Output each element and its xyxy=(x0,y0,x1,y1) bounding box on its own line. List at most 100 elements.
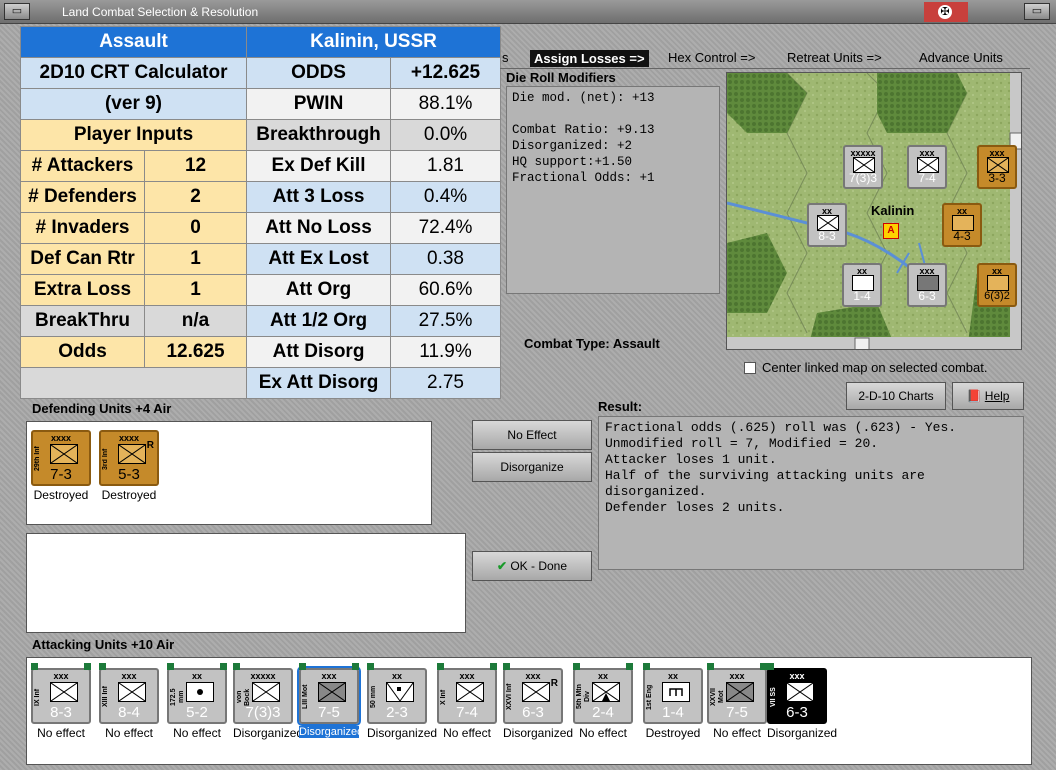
map-counter[interactable]: xxx 7-4 xyxy=(907,145,947,189)
faction-flag-icon: ✠ xyxy=(924,2,968,22)
unit-size: xxx xyxy=(321,671,337,681)
attacking-unit[interactable]: X Inf xxx 7-4 No effect xyxy=(437,663,497,740)
modifier-line: Die mod. (net): +13 xyxy=(512,91,655,105)
map-counter[interactable]: xx 6(3)2 xyxy=(977,263,1017,307)
defending-units-panel: 29th Inf xxxx 7-3 Destroyed 3rd Inf xxxx R 5-… xyxy=(26,421,432,525)
input-label: # Defenders xyxy=(20,181,145,213)
tab-advance-units[interactable]: Advance Units xyxy=(919,50,1003,65)
input-value[interactable]: 2 xyxy=(143,181,248,213)
map-counter[interactable]: xx 1-4 xyxy=(842,263,882,307)
window-title: Land Combat Selection & Resolution xyxy=(62,5,259,19)
result-value: 60.6% xyxy=(390,274,502,306)
input-value[interactable]: 12 xyxy=(143,150,248,182)
input-value[interactable]: 0 xyxy=(143,212,248,244)
motorized-symbol-icon xyxy=(726,682,754,702)
disorganize-button[interactable]: Disorganize xyxy=(472,452,592,482)
modifier-line: HQ support:+1.50 xyxy=(512,155,633,169)
unit-status-marker-icon xyxy=(233,663,240,670)
unit-status-marker-icon xyxy=(84,663,91,670)
tab-hex-control[interactable]: Hex Control => xyxy=(668,50,755,65)
charts-button[interactable]: 2-D-10 Charts xyxy=(846,382,946,410)
combat-type-label: Combat Type: Assault xyxy=(524,336,660,351)
counter-strength: 4-3 xyxy=(953,229,971,243)
tab-divider xyxy=(500,68,1030,69)
unit-status: No effect xyxy=(173,726,221,740)
infantry-symbol-icon xyxy=(456,682,484,702)
attacking-unit[interactable]: 5th Mtn Div xx 2-4 No effect xyxy=(573,663,633,740)
map-counter[interactable]: xxx 6-3 xyxy=(907,263,947,307)
input-value[interactable]: 1 xyxy=(143,274,248,306)
no-effect-button[interactable]: No Effect xyxy=(472,420,592,450)
help-book-icon: 📕 xyxy=(966,389,982,403)
close-window-button[interactable]: ▭ xyxy=(1024,3,1050,20)
result-line: Fractional odds (.625) roll was (.623) -… xyxy=(605,420,957,435)
attacking-unit[interactable]: von Bock xxxxx 7(3)3 Disorganized xyxy=(233,663,303,740)
result-label: Att Disorg xyxy=(246,336,392,368)
unit-strength: 7-4 xyxy=(456,704,478,721)
motorized-symbol-icon xyxy=(318,682,346,702)
result-value: 11.9% xyxy=(390,336,502,368)
result-label: Result: xyxy=(598,399,643,414)
attacking-unit[interactable]: XIII Inf xxx 8-4 No effect xyxy=(99,663,159,740)
unit-size: xxx xyxy=(789,671,805,681)
attacking-unit[interactable]: XXVII Mot xxx 7-5 No effect xyxy=(707,663,767,740)
result-label: PWIN xyxy=(246,88,392,120)
attacking-unit[interactable]: IX Inf xxx 8-3 No effect xyxy=(31,663,91,740)
unit-status: No effect xyxy=(37,726,85,740)
unit-status: Disorganized xyxy=(503,726,574,740)
result-panel: Fractional odds (.625) roll was (.623) -… xyxy=(598,416,1024,570)
calculator-title: 2D10 CRT Calculator xyxy=(19,57,248,89)
unit-strength: 1-4 xyxy=(662,704,684,721)
defending-units-label: Defending Units +4 Air xyxy=(32,401,172,416)
input-label: BreakThru xyxy=(20,305,145,337)
mountain-symbol-icon xyxy=(592,682,620,702)
unit-strength: 8-4 xyxy=(118,704,140,721)
counter-strength: 6(3)2 xyxy=(984,290,1010,302)
input-label: # Attackers xyxy=(20,150,145,182)
unit-status-marker-icon xyxy=(503,663,510,670)
map-counter[interactable]: xx 4-3 xyxy=(942,203,982,247)
result-label: ODDS xyxy=(246,57,392,89)
checkbox-icon[interactable] xyxy=(744,362,756,374)
reserve-flag: R xyxy=(146,440,154,451)
unit-status-marker-icon xyxy=(352,663,359,670)
location-header: Kalinin, USSR xyxy=(246,26,502,58)
attacking-unit[interactable]: 1st Eng xx 1-4 Destroyed xyxy=(643,663,703,740)
attacking-unit[interactable]: LIII Mot xxx 7-5 Disorganized xyxy=(297,663,363,738)
unit-status-marker-icon xyxy=(490,663,497,670)
unit-status-marker-icon xyxy=(573,663,580,670)
unit-status-marker-icon xyxy=(760,663,767,670)
map-counter[interactable]: xxx 3-3 xyxy=(977,145,1017,189)
unit-status-marker-icon xyxy=(299,663,306,670)
unit-status: Disorganized xyxy=(367,726,438,740)
player-inputs-header: Player Inputs xyxy=(19,119,248,151)
result-line: Defender loses 2 units. xyxy=(605,500,785,515)
infantry-symbol-icon xyxy=(118,444,146,464)
tab-partial[interactable]: s xyxy=(502,50,509,65)
linked-map[interactable]: Kalinin A xxxxx 7(3)3 xxx 7-4 xxx 3-3 xx 8-3… xyxy=(726,72,1022,350)
ok-done-button[interactable]: ✔ OK - Done xyxy=(472,551,592,581)
help-button[interactable]: 📕 Help xyxy=(952,382,1024,410)
counter-strength: 7-4 xyxy=(918,171,936,185)
unit-strength: 5-2 xyxy=(186,704,208,721)
attacking-unit[interactable]: VII SS xxx 6-3 Disorganized xyxy=(767,663,837,740)
result-label: Att 3 Loss xyxy=(246,181,392,213)
defending-unit[interactable]: 3rd Inf xxxx R 5-3 Destroyed xyxy=(99,430,159,502)
input-value[interactable]: 1 xyxy=(143,243,248,275)
attacking-unit[interactable]: 50 mm xx 2-3 Disorganized xyxy=(367,663,438,740)
attacking-unit[interactable]: 172.5 mm xx 5-2 No effect xyxy=(167,663,227,740)
center-map-checkbox[interactable]: Center linked map on selected combat. xyxy=(744,360,987,375)
tab-retreat-units[interactable]: Retreat Units => xyxy=(787,50,882,65)
tab-assign-losses[interactable]: Assign Losses => xyxy=(530,50,649,67)
result-value: 0.4% xyxy=(390,181,502,213)
empty-cell xyxy=(19,367,248,399)
infantry-symbol-icon xyxy=(786,682,814,702)
defending-unit[interactable]: 29th Inf xxxx 7-3 Destroyed xyxy=(31,430,91,502)
unit-size: xx xyxy=(391,671,402,681)
window-menu-icon[interactable]: ▭ xyxy=(4,3,30,20)
result-value: 27.5% xyxy=(390,305,502,337)
map-counter[interactable]: xx 8-3 xyxy=(807,203,847,247)
attacking-unit[interactable]: XXVI Inf xxx R 6-3 Disorganized xyxy=(503,663,574,740)
attacking-units-panel: IX Inf xxx 8-3 No effect XIII Inf xxx 8-4 No ef… xyxy=(26,657,1032,765)
map-counter[interactable]: xxxxx 7(3)3 xyxy=(843,145,883,189)
